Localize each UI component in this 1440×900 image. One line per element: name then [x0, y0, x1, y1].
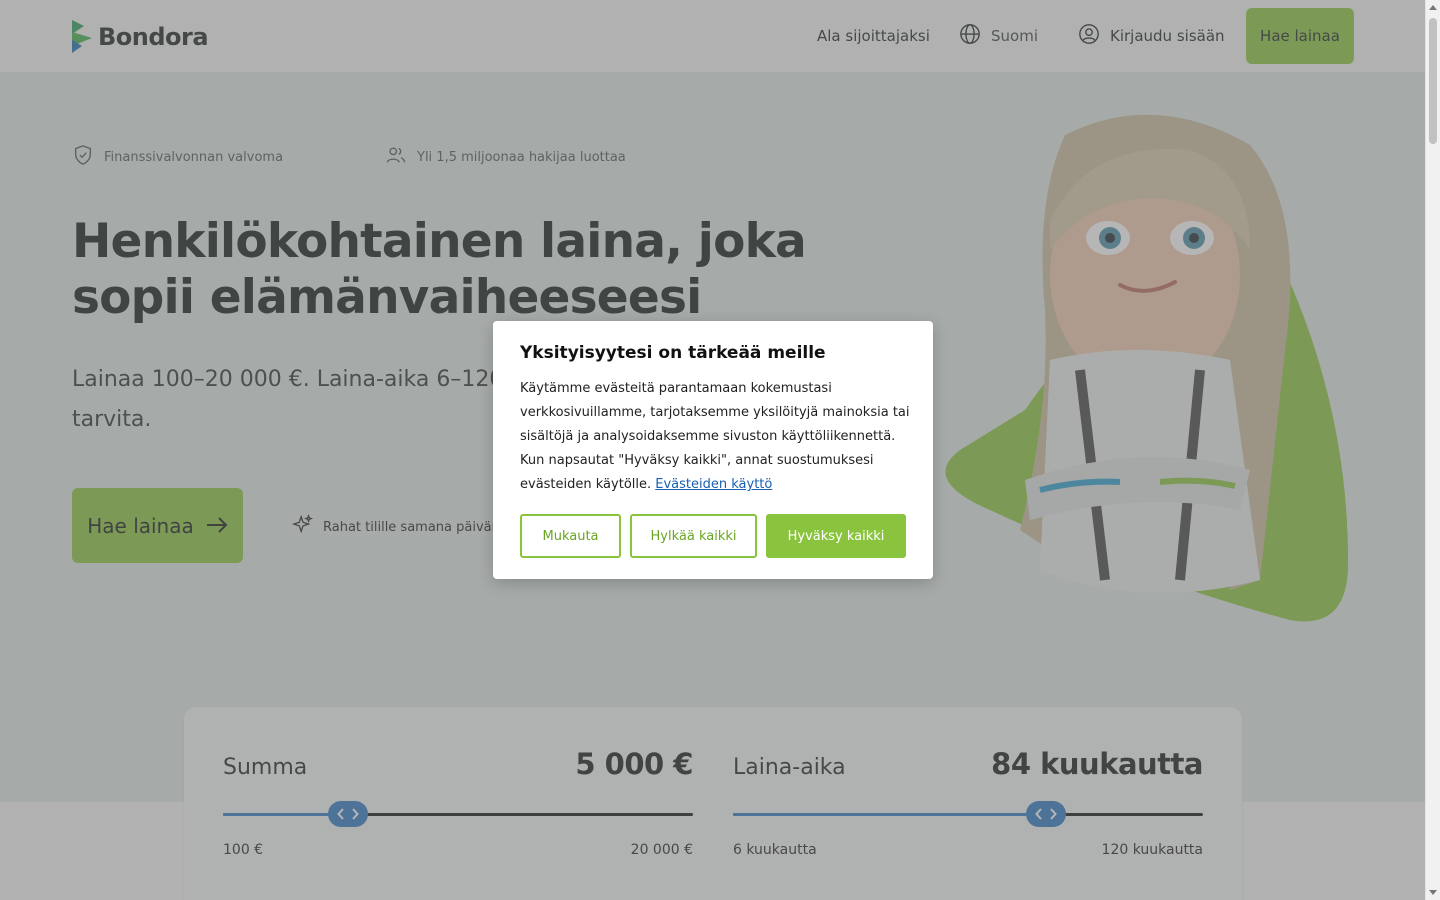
page: Bondora Ala sijoittajaksi Suomi: [0, 0, 1425, 900]
reject-all-cookies-label: Hylkää kaikki: [650, 528, 737, 544]
cookie-consent-dialog: Yksityisyytesi on tärkeää meille Käytämm…: [493, 321, 933, 579]
scroll-up-icon[interactable]: [1429, 5, 1437, 10]
accept-all-cookies-label: Hyväksy kaikki: [787, 528, 885, 544]
page-scrollbar[interactable]: [1425, 0, 1440, 900]
cookie-dialog-body: Käytämme evästeitä parantamaan kokemusta…: [520, 377, 910, 497]
cookie-dialog-text: Käytämme evästeitä parantamaan kokemusta…: [520, 381, 910, 492]
customize-cookies-button[interactable]: Mukauta: [520, 514, 621, 558]
customize-cookies-label: Mukauta: [542, 528, 599, 544]
cookie-policy-link[interactable]: Evästeiden käyttö: [655, 477, 772, 492]
reject-all-cookies-button[interactable]: Hylkää kaikki: [630, 514, 757, 558]
cookie-dialog-title: Yksityisyytesi on tärkeää meille: [520, 343, 826, 363]
accept-all-cookies-button[interactable]: Hyväksy kaikki: [766, 514, 906, 558]
scroll-down-icon[interactable]: [1429, 890, 1437, 895]
scrollbar-thumb[interactable]: [1429, 18, 1437, 144]
